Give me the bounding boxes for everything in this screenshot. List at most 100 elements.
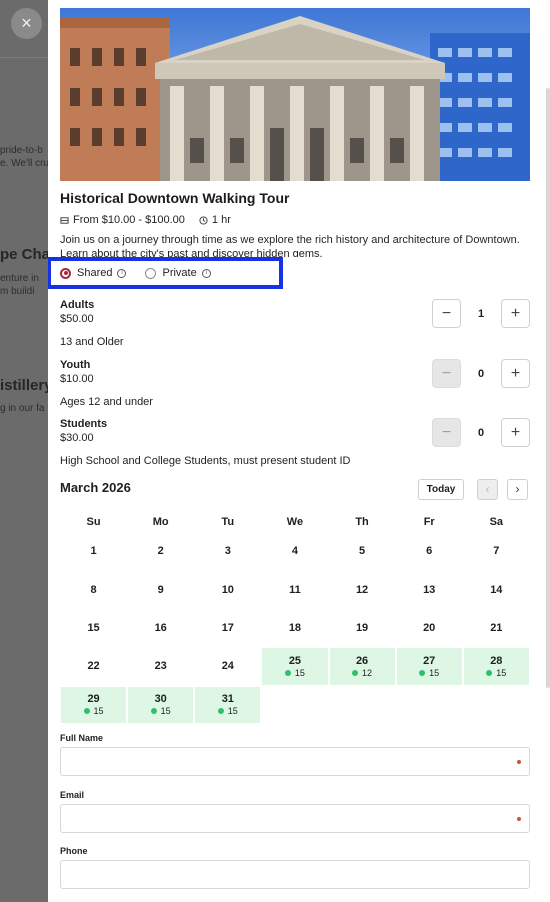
empty-day: [261, 686, 328, 724]
availability: 15: [486, 668, 506, 678]
decrement-button[interactable]: −: [432, 299, 461, 328]
decrement-button[interactable]: −: [432, 359, 461, 388]
email-field[interactable]: [60, 804, 530, 833]
day-number: 8: [90, 583, 97, 596]
day-number: 1: [90, 545, 97, 558]
availability-count: 15: [496, 667, 507, 678]
calendar-day: 10: [194, 570, 262, 609]
info-icon[interactable]: i: [117, 268, 127, 278]
next-month-button[interactable]: ›: [507, 479, 528, 500]
day-number: 19: [355, 621, 369, 634]
day-number: 26: [355, 654, 369, 667]
day-number: 6: [426, 545, 433, 558]
ticket-price: $30.00: [60, 432, 94, 444]
building-illustration: [60, 8, 530, 181]
availability-count: 15: [160, 706, 171, 717]
radio-private-label[interactable]: Private: [162, 267, 196, 279]
calendar-week: 22 23 24 25 15 26 12 27 15 28 15: [60, 647, 530, 686]
calendar-day: 24: [194, 647, 262, 686]
available-day[interactable]: 28 15: [462, 647, 530, 686]
quantity-value: 0: [477, 367, 485, 380]
quantity-value: 0: [477, 426, 485, 439]
availability-count: 15: [429, 667, 440, 678]
background-text: e. We'll cru: [0, 158, 48, 169]
radio-private[interactable]: [145, 267, 157, 279]
available-day[interactable]: 26 12: [328, 647, 396, 686]
day-number: 5: [359, 545, 366, 558]
calendar-day: 16: [127, 608, 195, 648]
available-day[interactable]: 30 15: [127, 685, 195, 724]
calendar-day: 21: [462, 608, 530, 648]
background-text: g in our fa: [0, 403, 45, 414]
calendar-day: 8: [60, 570, 128, 609]
today-button[interactable]: Today: [418, 479, 464, 500]
available-day[interactable]: 25 15: [261, 647, 329, 686]
booking-panel: Historical Downtown Walking Tour From $1…: [48, 0, 550, 902]
duration: 1 hr: [211, 214, 231, 226]
price-range: From $10.00 - $100.00: [73, 214, 185, 226]
day-number: 25: [288, 654, 302, 667]
calendar-day: 1: [60, 532, 128, 571]
day-number: 15: [87, 621, 100, 634]
calendar-day: 15: [60, 608, 128, 648]
availability-count: 15: [227, 706, 238, 717]
ticket-note: High School and College Students, must p…: [60, 455, 351, 467]
day-number: 28: [490, 654, 503, 667]
availability: 15: [284, 667, 305, 678]
weekday-label: Th: [355, 516, 369, 528]
calendar-day: 4: [261, 532, 329, 571]
ticket-price: $10.00: [60, 373, 94, 385]
day-number: 7: [493, 545, 500, 558]
info-icon[interactable]: i: [201, 268, 211, 278]
quantity-stepper-youth: − 0 +: [432, 359, 530, 388]
required-indicator: [517, 760, 521, 764]
increment-button[interactable]: +: [501, 418, 530, 447]
day-number: 20: [423, 621, 436, 634]
tour-description: Join us on a journey through time as we …: [60, 234, 520, 246]
quantity-value: 1: [477, 307, 485, 320]
prev-month-button[interactable]: ‹: [477, 479, 498, 500]
background-text: enture in: [0, 273, 39, 284]
calendar-grid: Su Mo Tu We Th Fr Sa 1 2 3 4 5 6 7 8 9 10 11 12 13 14 15 16 17…: [60, 512, 530, 724]
calendar-day: 19: [328, 608, 396, 648]
empty-day: [463, 686, 530, 724]
availability-dot: [150, 708, 157, 715]
radio-shared[interactable]: [60, 267, 71, 279]
radio-shared-label[interactable]: Shared: [77, 267, 112, 279]
day-number: 30: [154, 693, 167, 706]
calendar-day: 13: [395, 570, 463, 609]
background-divider: [0, 57, 48, 58]
available-day[interactable]: 31 15: [194, 685, 262, 724]
calendar-day: 22: [60, 647, 128, 686]
full-name-field[interactable]: [60, 747, 530, 776]
decrement-button[interactable]: −: [432, 418, 461, 447]
day-number: 16: [154, 621, 167, 634]
increment-button[interactable]: +: [501, 299, 530, 328]
calendar-week: 15 16 17 18 19 20 21: [60, 608, 530, 648]
weekday-label: We: [286, 516, 304, 528]
increment-button[interactable]: +: [501, 359, 530, 388]
day-number: 12: [355, 583, 369, 596]
day-number: 2: [157, 545, 164, 558]
day-number: 17: [221, 621, 234, 634]
scrollbar[interactable]: [546, 88, 550, 688]
calendar-day: 14: [462, 570, 530, 609]
calendar-day: 9: [127, 570, 195, 609]
calendar-day: 5: [328, 532, 396, 571]
close-button[interactable]: ×: [11, 8, 42, 39]
quantity-stepper-adults: − 1 +: [432, 299, 530, 328]
available-day[interactable]: 27 15: [395, 647, 463, 686]
calendar-day: 7: [462, 532, 530, 571]
availability-count: 15: [294, 667, 305, 678]
tour-hero-image: [60, 8, 530, 181]
availability: 12: [352, 668, 372, 678]
day-number: 24: [221, 660, 234, 673]
calendar-day: 20: [395, 608, 463, 648]
day-number: 31: [221, 693, 234, 706]
calendar-day: 12: [328, 570, 396, 609]
available-day[interactable]: 29 15: [60, 685, 128, 724]
weekday-header: Su Mo Tu We Th Fr Sa: [60, 512, 530, 532]
ticket-adults: Adults $50.00 13 and Older: [60, 299, 124, 348]
day-number: 18: [288, 621, 302, 634]
phone-field[interactable]: [60, 860, 530, 889]
